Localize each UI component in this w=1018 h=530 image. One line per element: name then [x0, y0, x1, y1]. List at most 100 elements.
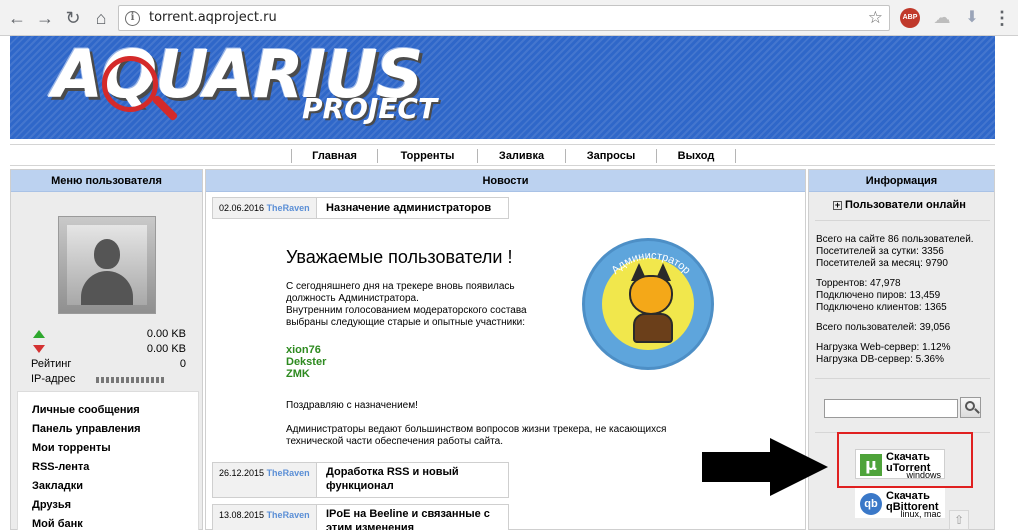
news-author[interactable]: TheRaven — [267, 203, 310, 213]
forward-icon[interactable]: → — [34, 7, 56, 29]
article-paragraph: Администраторы ведают большинством вопро… — [286, 424, 666, 448]
site-logo-subtext: PROJECT — [302, 92, 438, 125]
nav-upload[interactable]: Заливка — [478, 145, 565, 167]
download-stat: 0.00 KB — [31, 342, 186, 356]
expand-plus-icon[interactable]: + — [833, 201, 842, 210]
upload-value: 0.00 KB — [146, 328, 186, 340]
nav-logout[interactable]: Выход — [657, 145, 735, 167]
address-url[interactable]: torrent.aqproject.ru — [149, 10, 277, 25]
user-menu-panel: Меню пользователя 0.00 KB 0.00 KB Рейтин… — [10, 169, 203, 530]
avatar-silhouette-body — [81, 271, 133, 305]
admin-names-list: xion76 Dekster ZMK — [286, 344, 326, 380]
admin-name[interactable]: xion76 — [286, 344, 326, 356]
news-item-header[interactable]: 13.08.2015 TheRaven IPoE на Beeline и св… — [212, 504, 509, 530]
news-headline[interactable]: IPoE на Beeline и связанные с этим измен… — [326, 507, 490, 530]
download-extension-icon[interactable]: ⬇ — [962, 8, 982, 28]
search-button[interactable] — [960, 397, 981, 418]
stat-line: Подключено пиров: 13,459 — [816, 290, 941, 301]
news-headline-line[interactable]: IPoE на Beeline и связанные с — [326, 507, 490, 521]
stat-line: Посетителей за месяц: 9790 — [816, 258, 948, 269]
news-headline-line[interactable]: Доработка RSS и новый — [326, 465, 459, 479]
home-icon[interactable]: ⌂ — [90, 7, 112, 29]
browser-toolbar: ← → ↻ ⌂ i torrent.aqproject.ru ☆ ABP ☁ ⬇… — [0, 0, 1018, 36]
news-author[interactable]: TheRaven — [267, 468, 310, 478]
search-input[interactable] — [824, 399, 958, 418]
nav-requests[interactable]: Запросы — [566, 145, 656, 167]
news-author[interactable]: TheRaven — [267, 510, 310, 520]
stat-line: Всего пользователей: 39,056 — [816, 322, 951, 333]
news-date: 26.12.2015 TheRaven — [213, 463, 317, 497]
menu-item-bank[interactable]: Мой банк — [32, 518, 83, 530]
download-platform: linux, mac — [900, 509, 941, 519]
news-item-header[interactable]: 02.06.2016 TheRaven Назначение администр… — [212, 197, 509, 219]
article-line: должность Администратора. — [286, 293, 419, 304]
badge-caption: Администратор — [609, 250, 692, 277]
news-headline[interactable]: Назначение администраторов — [326, 198, 491, 218]
info-title: Информация — [809, 170, 994, 192]
news-date: 13.08.2015 TheRaven — [213, 505, 317, 530]
news-date-text: 13.08.2015 — [219, 510, 265, 520]
stat-line: Подключено клиентов: 1365 — [816, 302, 947, 313]
bookmark-star-icon[interactable]: ☆ — [868, 8, 883, 28]
news-title: Новости — [206, 170, 805, 192]
ip-value-masked — [96, 372, 166, 387]
news-headline[interactable]: Доработка RSS и новый функционал — [326, 465, 459, 493]
back-icon[interactable]: ← — [6, 7, 28, 29]
users-online-toggle[interactable]: + Пользователи онлайн — [833, 199, 966, 211]
article-line: выбраны следующие старые и опытные участ… — [286, 317, 525, 328]
divider — [815, 220, 990, 221]
administrator-badge-image: Администратор — [582, 238, 714, 370]
news-item-header[interactable]: 26.12.2015 TheRaven Доработка RSS и новы… — [212, 462, 509, 498]
rating-stat: Рейтинг 0 — [31, 357, 186, 371]
menu-item-my-torrents[interactable]: Мои торренты — [32, 442, 111, 454]
news-date-text: 02.06.2016 — [219, 203, 265, 213]
article-line: технической части обеспечения работы сай… — [286, 436, 503, 447]
menu-item-friends[interactable]: Друзья — [32, 499, 71, 511]
adblock-plus-icon[interactable]: ABP — [900, 8, 920, 28]
stat-line: Всего на сайте 86 пользователей. — [816, 234, 974, 245]
site-banner[interactable]: AQUARIUS PROJECT — [10, 36, 995, 139]
article-line: Администраторы ведают большинством вопро… — [286, 424, 667, 435]
browser-menu-icon[interactable]: ⋮ — [992, 8, 1012, 28]
article-line: С сегодняшнего дня на трекере вновь появ… — [286, 281, 515, 292]
news-date-text: 26.12.2015 — [219, 468, 265, 478]
download-qbittorrent-button[interactable]: qb Скачать qBittorent linux, mac — [855, 488, 945, 519]
menu-item-bookmarks[interactable]: Закладки — [32, 480, 83, 492]
menu-item-rss[interactable]: RSS-лента — [32, 461, 89, 473]
rating-label: Рейтинг — [31, 358, 72, 370]
news-date: 02.06.2016 TheRaven — [213, 198, 317, 218]
nav-torrents[interactable]: Торренты — [378, 145, 477, 167]
upload-arrow-icon — [33, 330, 45, 338]
scroll-to-top-button[interactable]: ⇧ — [949, 510, 969, 530]
svg-text:Администратор: Администратор — [609, 250, 692, 277]
admin-name[interactable]: Dekster — [286, 356, 326, 368]
server-load-stats: Нагрузка Web-сервер: 1.12% Нагрузка DB-с… — [816, 342, 950, 366]
article-heading: Уважаемые пользователи ! — [286, 247, 513, 267]
site-info-icon[interactable]: i — [125, 11, 140, 26]
stat-line: Нагрузка Web-сервер: 1.12% — [816, 342, 951, 353]
article-line: Внутренним голосованием модераторского с… — [286, 305, 527, 316]
avatar[interactable] — [58, 216, 156, 314]
reload-icon[interactable]: ↻ — [62, 7, 84, 29]
badge-caption-text: Администратор — [609, 250, 692, 277]
news-headline-line[interactable]: функционал — [326, 479, 459, 493]
news-headline-line[interactable]: этим изменения — [326, 521, 490, 530]
download-value: 0.00 KB — [146, 343, 186, 355]
main-navigation: Главная Торренты Заливка Запросы Выход — [10, 144, 995, 166]
menu-item-messages[interactable]: Личные сообщения — [32, 404, 140, 416]
download-arrow-icon — [33, 345, 45, 353]
admin-name[interactable]: ZMK — [286, 368, 326, 380]
extension-icon[interactable]: ☁ — [932, 8, 952, 28]
user-menu-list: Личные сообщения Панель управления Мои т… — [17, 391, 199, 530]
nav-home[interactable]: Главная — [292, 145, 377, 167]
user-menu-title: Меню пользователя — [11, 170, 202, 192]
users-online-label[interactable]: Пользователи онлайн — [845, 199, 966, 211]
address-bar[interactable]: i torrent.aqproject.ru ☆ — [118, 5, 890, 31]
pointer-arrow-icon — [702, 438, 828, 496]
article-paragraph: С сегодняшнего дня на трекере вновь появ… — [286, 281, 527, 329]
qbittorrent-icon: qb — [860, 493, 882, 515]
nav-separator — [735, 149, 736, 163]
ip-stat: IP-адрес — [31, 372, 186, 386]
menu-item-control-panel[interactable]: Панель управления — [32, 423, 141, 435]
avatar-silhouette-icon — [94, 239, 120, 269]
